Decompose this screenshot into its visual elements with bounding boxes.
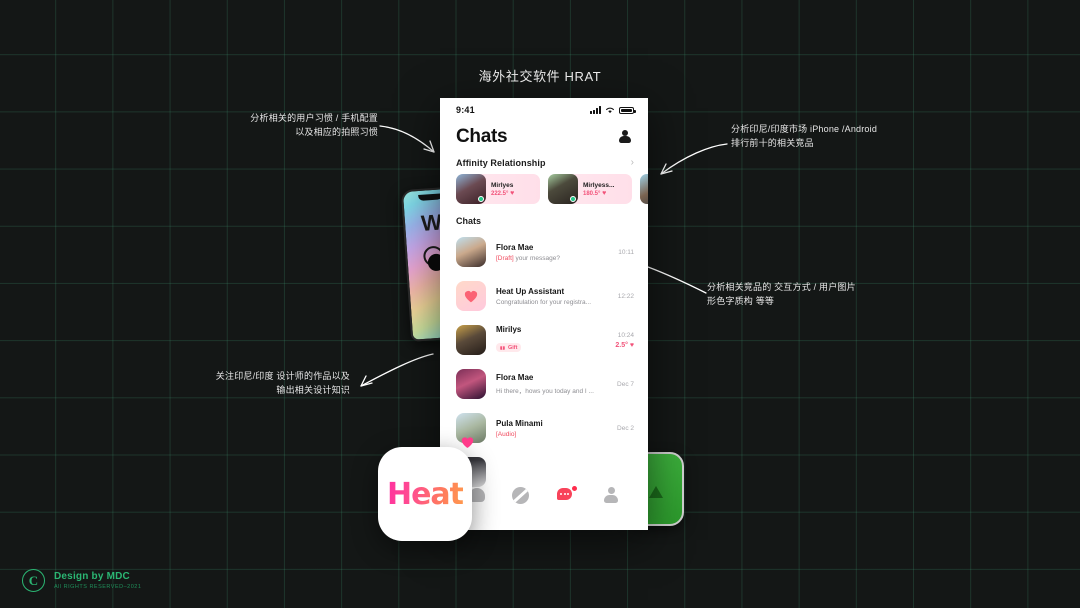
chat-time: 10:24 xyxy=(617,331,634,339)
chat-preview-text: Congratulation for your registra... xyxy=(496,298,592,306)
affinity-card[interactable]: Mirlyes 222.5° ♥ xyxy=(456,174,540,204)
heart-icon: ♥ xyxy=(629,341,634,349)
chevron-right-icon[interactable]: › xyxy=(631,158,634,168)
arrow-designers xyxy=(360,353,434,387)
battery-icon xyxy=(619,106,636,114)
copyright-icon: C xyxy=(22,569,45,592)
person-icon[interactable] xyxy=(618,130,632,144)
draft-tag: [Draft] xyxy=(496,254,514,262)
chat-time xyxy=(632,469,634,476)
chat-preview: Gift xyxy=(496,337,605,355)
chat-preview: [Draft] your message? xyxy=(496,255,608,262)
online-dot xyxy=(570,196,576,202)
affinity-name: Mirlyes xyxy=(491,181,514,189)
profile-icon[interactable] xyxy=(602,485,622,505)
affinity-card[interactable]: Mi 18 ♥ xyxy=(640,174,648,204)
gift-badge: Gift xyxy=(496,343,522,352)
avatar xyxy=(456,237,486,267)
chat-name: Pula Minami xyxy=(496,418,543,428)
avatar xyxy=(456,325,486,355)
note-user-habits: 分析相关的用户习惯 / 手机配置 以及相应的拍照习惯 xyxy=(250,113,378,137)
note-market-rank: 分析印尼/印度市场 iPhone /Android 排行前十的相关竞品 xyxy=(731,124,878,148)
app-icon-card[interactable]: Heat xyxy=(378,437,474,541)
gift-icon xyxy=(500,346,505,350)
chat-time: Dec 7 xyxy=(617,380,634,388)
signal-icon xyxy=(590,106,601,114)
wifi-icon xyxy=(606,107,614,114)
phone-notch xyxy=(418,193,443,201)
discover-icon[interactable] xyxy=(511,485,532,505)
heart-icon: ♥ xyxy=(510,189,515,197)
play-triangle-icon xyxy=(649,485,663,498)
chat-name xyxy=(496,463,622,472)
affinity-degree-value: 180.5° xyxy=(583,190,601,197)
app-header: Chats xyxy=(440,122,648,150)
table-row[interactable]: Heat Up Assistant Congratulation for you… xyxy=(440,274,648,318)
chat-name: Flora Mae xyxy=(496,242,534,252)
chat-degree-value: 2.5° xyxy=(615,341,628,349)
chat-bubble-icon[interactable] xyxy=(556,485,578,505)
chat-time: 10:11 xyxy=(618,248,634,256)
chat-name: Heat Up Assistant xyxy=(496,286,565,296)
heart-icon xyxy=(464,290,478,302)
heart-icon: ♥ xyxy=(602,189,607,197)
affinity-card[interactable]: Mirlyess... 180.5° ♥ xyxy=(548,174,632,204)
heart-icon xyxy=(461,437,474,448)
chat-preview-text: Hi there，hows you today and I ... xyxy=(496,388,594,395)
affinity-header[interactable]: Affinity Relationship › xyxy=(440,150,648,174)
affinity-card-row[interactable]: Mirlyes 222.5° ♥ Mirlyess... 180.5° ♥ xyxy=(440,174,648,204)
chat-time: 12:22 xyxy=(617,292,634,300)
online-dot xyxy=(478,196,484,202)
gift-label: Gift xyxy=(508,344,518,351)
credit-main: Design by MDC xyxy=(54,571,130,582)
chat-name: Flora Mae xyxy=(496,373,534,382)
avatar xyxy=(456,281,486,311)
affinity-name: Mirlyess... xyxy=(583,181,615,189)
chat-time: Dec 2 xyxy=(617,424,634,432)
design-canvas: 海外社交软件 HRAT 分析相关的用户习惯 / 手机配置 以及相应的拍照习惯 分… xyxy=(0,0,1080,608)
affinity-degree-value: 222.5° xyxy=(491,190,509,197)
app-wordmark: Heat xyxy=(386,476,464,512)
affinity-title: Affinity Relationship xyxy=(456,158,546,168)
credit-sub: All RIGHTS RESERVED–2021 xyxy=(54,584,142,590)
avatar xyxy=(548,174,578,204)
affinity-degree: 222.5° ♥ xyxy=(491,190,514,197)
avatar xyxy=(456,369,486,399)
affinity-degree: 180.5° ♥ xyxy=(583,190,614,197)
avatar xyxy=(456,174,486,204)
table-row[interactable]: Flora Mae [Draft] your message? 10:11 xyxy=(440,230,648,274)
page-title: 海外社交软件 HRAT xyxy=(478,69,602,84)
chats-section-label: Chats xyxy=(456,216,482,226)
chat-preview: [Audio] xyxy=(496,431,607,438)
status-icons xyxy=(590,106,636,114)
arrow-market-rank xyxy=(660,143,728,175)
arrow-competitor-ux xyxy=(647,266,707,294)
note-competitor-ux: 分析相关竞品的 交互方式 / 用户图片 形色字质构 等等 xyxy=(707,282,856,306)
note-designers: 关注印尼/印度 设计师的作品以及 输出相关设计知识 xyxy=(215,371,350,395)
table-row[interactable]: Mirilys Gift 10:24 2.5° ♥ xyxy=(440,318,648,362)
table-row[interactable]: Flora Mae Hi there，hows you today and I … xyxy=(440,362,648,406)
chat-name: Mirilys xyxy=(496,325,522,334)
app-title: Chats xyxy=(456,126,508,147)
footer-credit: C Design by MDC All RIGHTS RESERVED–2021 xyxy=(22,569,141,592)
audio-tag: [Audio] xyxy=(496,430,517,438)
notification-badge xyxy=(570,485,578,492)
avatar xyxy=(640,174,648,204)
status-bar: 9:41 xyxy=(440,98,648,122)
chat-degree: 2.5° ♥ xyxy=(615,342,634,349)
status-time: 9:41 xyxy=(456,105,475,115)
chat-preview-text: your message? xyxy=(513,254,560,262)
